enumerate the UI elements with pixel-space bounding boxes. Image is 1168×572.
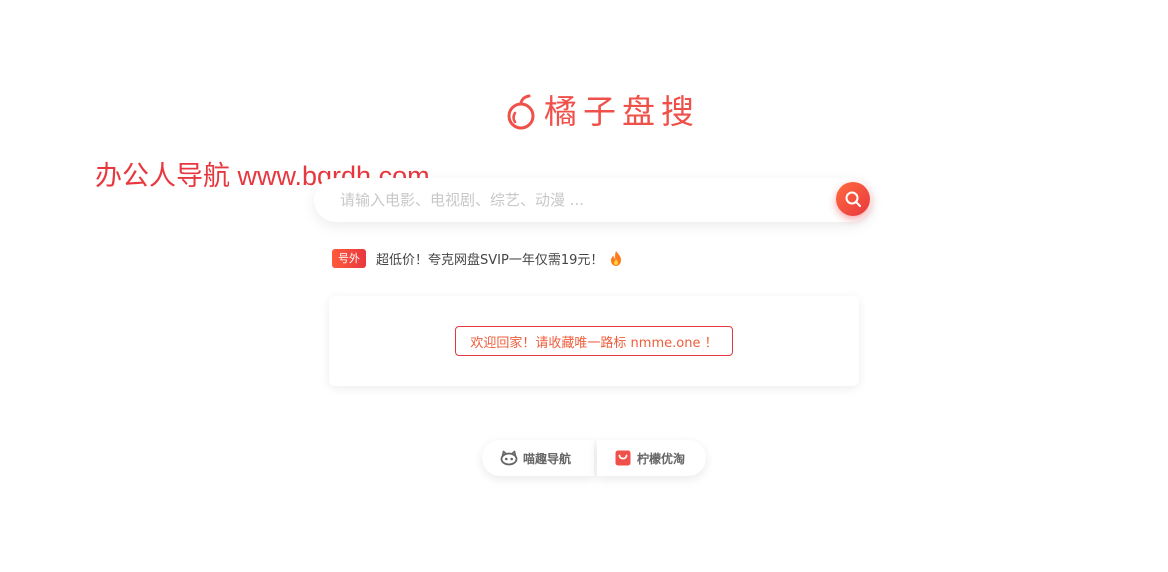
search-button[interactable] [836, 182, 870, 216]
site-logo[interactable]: 橘子盘搜 [504, 92, 700, 132]
logo-text: 橘子盘搜 [544, 92, 700, 131]
link-miaoqu-label: 喵趣导航 [523, 451, 572, 466]
fire-icon [611, 250, 622, 266]
notice-text: 欢迎回家！请收藏唯一路标 nmme.one ！ [455, 326, 733, 356]
promo-banner[interactable]: 号外 超低价！夸克网盘SVIP一年仅需19元！ [332, 248, 623, 268]
cat-icon [500, 450, 518, 466]
notice-card: 欢迎回家！请收藏唯一路标 nmme.one ！ [329, 296, 859, 386]
link-miaoqu-nav[interactable]: 喵趣导航 [482, 440, 594, 476]
link-lemon-youtao[interactable]: 柠檬优淘 [597, 440, 706, 476]
promo-badge: 号外 [332, 248, 366, 268]
search-input[interactable] [340, 178, 820, 222]
orange-icon [507, 94, 535, 130]
link-lemon-label: 柠檬优淘 [637, 451, 686, 466]
friend-links: 喵趣导航 柠檬优淘 [482, 440, 706, 476]
search-bar [314, 178, 872, 222]
promo-link[interactable]: 超低价！夸克网盘SVIP一年仅需19元！ [376, 249, 603, 268]
search-icon [845, 191, 861, 207]
shopping-bag-icon [615, 450, 631, 466]
page: 橘子盘搜 办公人导航 www.bgrdh.com 号外 超低价！夸克网盘SVIP… [0, 0, 1168, 572]
